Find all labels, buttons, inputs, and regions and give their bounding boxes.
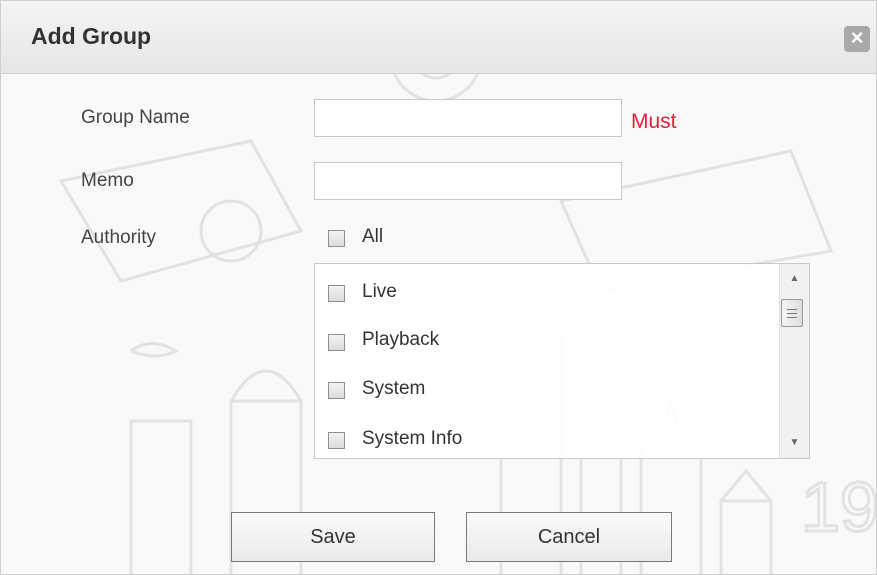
cancel-button[interactable]: Cancel xyxy=(466,512,672,562)
authority-item-checkbox-system-info[interactable] xyxy=(328,432,345,449)
authority-item-checkbox-playback[interactable] xyxy=(328,334,345,351)
authority-item-label: System xyxy=(362,378,426,399)
dialog-titlebar: Add Group × xyxy=(1,1,876,74)
authority-item-label: Playback xyxy=(362,329,440,350)
all-checkbox-label: All xyxy=(362,226,384,247)
save-button[interactable]: Save xyxy=(231,512,435,562)
scroll-down-arrow-icon[interactable]: ▼ xyxy=(780,432,809,454)
group-name-input[interactable] xyxy=(314,99,622,137)
required-indicator: Must xyxy=(631,110,677,133)
authority-item-label: Live xyxy=(362,281,397,302)
scrollbar-thumb[interactable] xyxy=(781,299,803,327)
close-icon[interactable]: × xyxy=(844,26,870,52)
all-checkbox[interactable] xyxy=(328,230,345,247)
authority-list-scrollbar[interactable]: ▲ ▼ xyxy=(779,264,809,458)
memo-input[interactable] xyxy=(314,162,622,200)
authority-item-checkbox-live[interactable] xyxy=(328,285,345,302)
dialog-title: Add Group xyxy=(31,23,152,49)
authority-item-label: System Info xyxy=(362,428,463,449)
memo-label: Memo xyxy=(81,170,134,191)
group-name-label: Group Name xyxy=(81,107,190,128)
scroll-up-arrow-icon[interactable]: ▲ xyxy=(780,268,809,290)
authority-label: Authority xyxy=(81,227,156,248)
add-group-dialog: 19 Add Group × Group Name Must Memo Auth… xyxy=(0,0,877,575)
authority-item-checkbox-system[interactable] xyxy=(328,382,345,399)
svg-text:19: 19 xyxy=(801,468,877,546)
